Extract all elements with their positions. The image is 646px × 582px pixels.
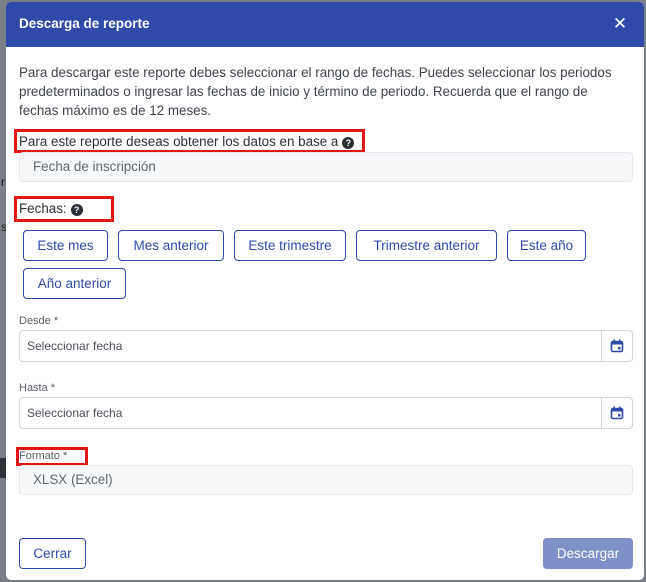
hasta-placeholder: Seleccionar fecha [27, 406, 123, 420]
formato-label: Formato * [19, 450, 68, 462]
hasta-label: Hasta * [19, 382, 56, 394]
dates-label-text: Fechas: [19, 201, 67, 216]
cerrar-button[interactable]: Cerrar [19, 538, 86, 569]
preset-ano-anterior[interactable]: Año anterior [23, 268, 126, 299]
dates-label: Fechas:? [19, 201, 83, 216]
calendar-icon[interactable] [601, 331, 632, 361]
desde-label: Desde * [19, 315, 59, 327]
data-basis-label-text: Para este reporte deseas obtener los dat… [19, 134, 339, 149]
preset-este-mes[interactable]: Este mes [23, 230, 108, 261]
descargar-button[interactable]: Descargar [543, 538, 633, 569]
modal-title: Descarga de reporte [19, 16, 150, 31]
preset-trimestre-anterior[interactable]: Trimestre anterior [356, 230, 497, 261]
calendar-icon[interactable] [601, 398, 632, 428]
hasta-field[interactable]: Seleccionar fecha [19, 397, 633, 429]
background-text: r [1, 175, 5, 189]
preset-este-trimestre[interactable]: Este trimestre [234, 230, 346, 261]
data-basis-label: Para este reporte deseas obtener los dat… [19, 134, 355, 149]
intro-text: Para descargar este reporte debes selecc… [19, 65, 612, 118]
data-basis-field: Fecha de inscripción [19, 152, 633, 182]
formato-field: XLSX (Excel) [19, 465, 633, 495]
modal-header: Descarga de reporte ✕ [6, 2, 644, 47]
help-icon[interactable]: ? [342, 137, 355, 149]
preset-mes-anterior[interactable]: Mes anterior [118, 230, 224, 261]
help-icon[interactable]: ? [70, 204, 83, 216]
desde-field[interactable]: Seleccionar fecha [19, 330, 633, 362]
preset-este-ano[interactable]: Este año [507, 230, 586, 261]
download-report-modal: Descarga de reporte ✕ Para descargar est… [6, 2, 644, 580]
close-icon[interactable]: ✕ [608, 12, 632, 36]
desde-placeholder: Seleccionar fecha [27, 339, 123, 353]
